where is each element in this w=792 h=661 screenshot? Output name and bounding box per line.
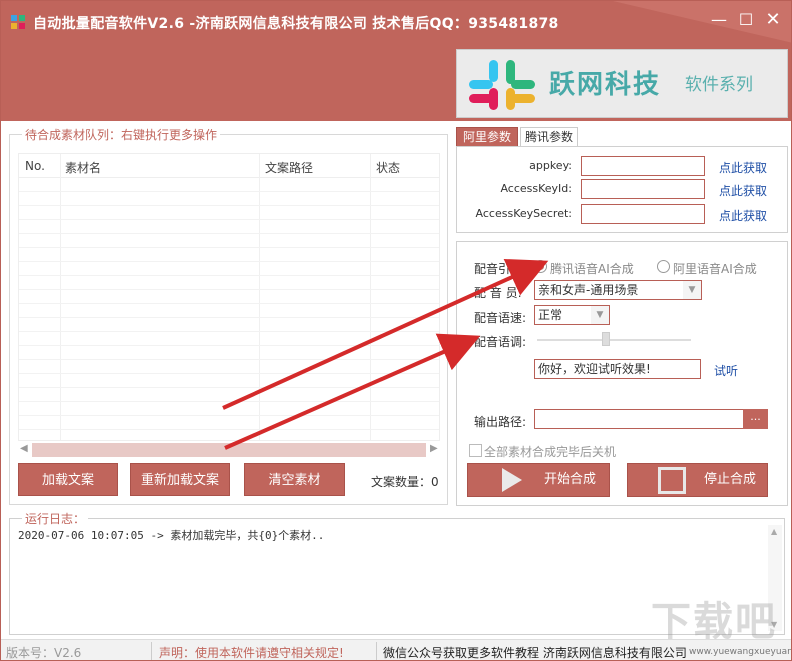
tone-slider-track[interactable] bbox=[537, 339, 691, 341]
voice-config-panel: 配音引擎: 腾讯语音AI合成 阿里语音AI合成 配 音 员: 亲和女声-通用场景… bbox=[456, 241, 788, 506]
accesskeysecret-input[interactable] bbox=[581, 204, 705, 224]
appkey-label: appkey: bbox=[529, 159, 572, 172]
stop-synthesis-button[interactable]: 停止合成 bbox=[627, 463, 768, 497]
table-row bbox=[19, 290, 439, 304]
table-row bbox=[19, 332, 439, 346]
app-window: 自动批量配音软件V2.6 -济南跃网信息科技有限公司 技术售后QQ：935481… bbox=[0, 0, 792, 661]
maximize-button[interactable]: ☐ bbox=[736, 9, 756, 31]
table-row bbox=[19, 220, 439, 234]
promo-label: 微信公众号获取更多软件教程 济南跃网信息科技有限公司 bbox=[383, 646, 687, 660]
shutdown-label[interactable]: 全部素材合成完毕后关机 bbox=[484, 443, 616, 460]
title-bar: 自动批量配音软件V2.6 -济南跃网信息科技有限公司 技术售后QQ：935481… bbox=[1, 1, 791, 121]
speed-value: 正常 bbox=[538, 308, 563, 322]
minimize-button[interactable]: — bbox=[709, 9, 729, 31]
tone-label: 配音语调: bbox=[474, 335, 527, 349]
shutdown-checkbox[interactable] bbox=[469, 444, 482, 457]
table-row bbox=[19, 262, 439, 276]
tab-tencent-params[interactable]: 腾讯参数 bbox=[520, 127, 578, 147]
queue-legend: 待合成素材队列：右键执行更多操作 bbox=[22, 126, 221, 143]
brand-logo-icon bbox=[469, 60, 535, 110]
scroll-right-icon[interactable]: ▶ bbox=[430, 443, 438, 454]
load-script-button[interactable]: 加载文案 bbox=[18, 463, 118, 496]
notice-label: 声明：使用本软件请遵守相关规定! bbox=[159, 646, 344, 660]
horizontal-scrollbar[interactable]: ◀ ▶ bbox=[18, 441, 440, 458]
tone-slider-thumb[interactable] bbox=[602, 332, 610, 346]
brand-banner: 跃网科技 软件系列 bbox=[456, 49, 788, 118]
column-header-no[interactable]: No. bbox=[25, 159, 45, 173]
table-row bbox=[19, 234, 439, 248]
stop-icon bbox=[658, 467, 686, 494]
app-logo-icon bbox=[11, 15, 25, 29]
table-row bbox=[19, 416, 439, 430]
table-row bbox=[19, 346, 439, 360]
close-button[interactable]: ✕ bbox=[763, 9, 783, 31]
engine-label: 配音引擎: bbox=[474, 262, 527, 276]
table-row bbox=[19, 402, 439, 416]
accesskeysecret-label: AccessKeySecret: bbox=[475, 207, 572, 220]
column-header-path[interactable]: 文案路径 bbox=[265, 159, 313, 176]
queue-panel: 待合成素材队列：右键执行更多操作 No. 素材名 文案路径 状态 ◀ ▶ 加载文… bbox=[9, 126, 448, 505]
accesskeyid-label: AccessKeyId: bbox=[500, 182, 572, 195]
play-icon bbox=[502, 468, 522, 492]
chevron-down-icon[interactable]: ▼ bbox=[683, 281, 701, 299]
table-row bbox=[19, 360, 439, 374]
browse-button[interactable]: ... bbox=[743, 409, 768, 429]
appkey-get-link[interactable]: 点此获取 bbox=[719, 159, 767, 176]
output-path-label: 输出路径: bbox=[474, 415, 527, 429]
table-row bbox=[19, 276, 439, 290]
accesskeysecret-get-link[interactable]: 点此获取 bbox=[719, 207, 767, 224]
table-row bbox=[19, 318, 439, 332]
material-table[interactable]: No. 素材名 文案路径 状态 bbox=[18, 153, 440, 441]
log-legend: 运行日志： bbox=[22, 510, 89, 527]
brand-subtitle: 软件系列 bbox=[685, 75, 753, 95]
chevron-down-icon[interactable]: ▼ bbox=[591, 306, 609, 324]
output-path-input[interactable] bbox=[534, 409, 744, 429]
brand-name: 跃网科技 bbox=[549, 70, 662, 100]
param-panel: appkey: 点此获取 AccessKeyId: 点此获取 AccessKey… bbox=[456, 146, 788, 233]
scrollbar-thumb[interactable] bbox=[32, 443, 426, 457]
status-bar: 版本号：V2.6 声明：使用本软件请遵守相关规定! 微信公众号获取更多软件教程 … bbox=[1, 639, 791, 660]
version-label: 版本号：V2.6 bbox=[6, 646, 82, 660]
voice-select[interactable]: 亲和女声-通用场景 ▼ bbox=[534, 280, 702, 300]
voice-label: 配 音 员: bbox=[474, 286, 522, 300]
tab-aliyun-params[interactable]: 阿里参数 bbox=[456, 127, 518, 147]
watermark-url: www.yuewangxueyuan bbox=[689, 647, 792, 657]
reload-script-button[interactable]: 重新加载文案 bbox=[130, 463, 230, 496]
column-header-name[interactable]: 素材名 bbox=[65, 159, 101, 176]
log-line: 2020-07-06 10:07:05 -> 素材加载完毕，共{0}个素材.. bbox=[18, 529, 325, 542]
engine-tencent-radio[interactable] bbox=[534, 260, 547, 273]
table-row bbox=[19, 374, 439, 388]
table-row bbox=[19, 388, 439, 402]
accesskeyid-input[interactable] bbox=[581, 179, 705, 199]
table-row bbox=[19, 304, 439, 318]
accesskeyid-get-link[interactable]: 点此获取 bbox=[719, 182, 767, 199]
table-row bbox=[19, 206, 439, 220]
engine-aliyun-label[interactable]: 阿里语音AI合成 bbox=[673, 260, 757, 277]
scroll-up-icon[interactable]: ▲ bbox=[771, 527, 777, 536]
voice-value: 亲和女声-通用场景 bbox=[538, 283, 639, 297]
engine-aliyun-radio[interactable] bbox=[657, 260, 670, 273]
scroll-left-icon[interactable]: ◀ bbox=[20, 443, 28, 454]
appkey-input[interactable] bbox=[581, 156, 705, 176]
status-divider bbox=[376, 642, 377, 660]
start-synthesis-label: 开始合成 bbox=[544, 472, 597, 487]
status-divider bbox=[151, 642, 152, 660]
table-row bbox=[19, 178, 439, 192]
column-header-status[interactable]: 状态 bbox=[376, 159, 400, 176]
table-row bbox=[19, 192, 439, 206]
speed-label: 配音语速: bbox=[474, 311, 527, 325]
listen-link[interactable]: 试听 bbox=[714, 362, 738, 379]
preview-text-input[interactable]: 你好，欢迎试听效果! bbox=[534, 359, 701, 379]
table-row bbox=[19, 430, 439, 440]
speed-select[interactable]: 正常 ▼ bbox=[534, 305, 610, 325]
start-synthesis-button[interactable]: 开始合成 bbox=[467, 463, 610, 497]
table-header: No. 素材名 文案路径 状态 bbox=[19, 154, 439, 178]
window-title: 自动批量配音软件V2.6 -济南跃网信息科技有限公司 技术售后QQ：935481… bbox=[33, 16, 559, 32]
stop-synthesis-label: 停止合成 bbox=[704, 472, 757, 487]
table-row bbox=[19, 248, 439, 262]
clear-material-button[interactable]: 清空素材 bbox=[244, 463, 345, 496]
script-count: 文案数量：0 bbox=[371, 475, 439, 489]
engine-tencent-label[interactable]: 腾讯语音AI合成 bbox=[550, 260, 634, 277]
